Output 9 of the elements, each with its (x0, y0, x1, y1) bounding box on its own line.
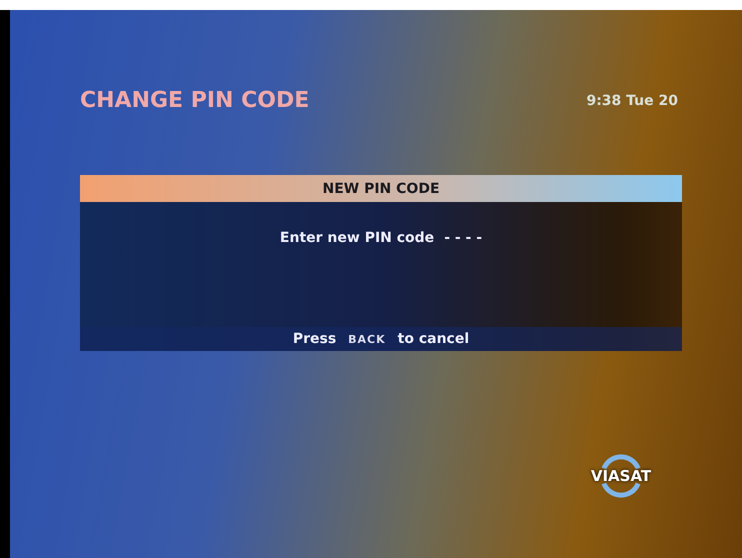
brand-logo: VIASAT (576, 441, 666, 511)
footer-hint: to cancel (398, 331, 470, 347)
screen-title: CHANGE PIN CODE (80, 88, 310, 113)
clock-time: 9:38 Tue 20 (586, 92, 678, 108)
footer-hint: Press (292, 331, 336, 347)
pin-prompt: Enter new PIN code (280, 230, 434, 246)
pin-entry-field[interactable]: - - - - (444, 230, 482, 246)
back-key-label: BACK (348, 332, 386, 346)
dialog-title: NEW PIN CODE (80, 175, 682, 202)
